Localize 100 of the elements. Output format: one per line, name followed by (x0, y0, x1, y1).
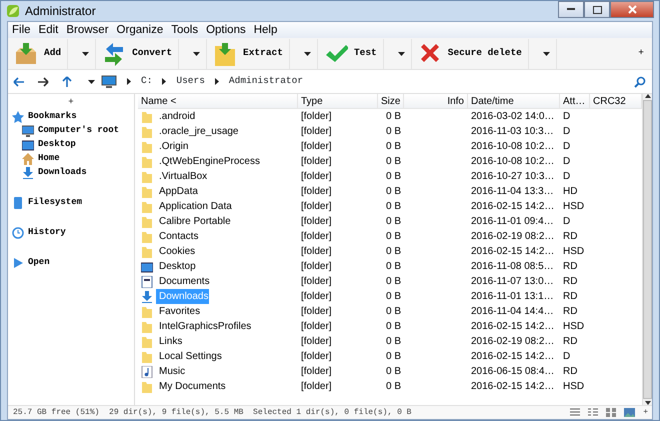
table-cell-text: RD (562, 305, 578, 319)
box-icon (14, 42, 38, 66)
table-cell-text: D (562, 170, 572, 184)
caret-icon[interactable] (88, 80, 95, 84)
table-cell-text: D (562, 110, 572, 124)
table-cell-text: 0 B (384, 380, 402, 394)
table-cell-text: 0 B (384, 290, 402, 304)
document-icon (141, 276, 153, 288)
toolbar-button[interactable]: Add (8, 38, 68, 68)
folder-icon (141, 216, 153, 228)
table-cell-text: [folder] (300, 200, 333, 214)
column-header[interactable]: Info (404, 94, 468, 109)
breadcrumb-item[interactable]: Users (176, 74, 205, 89)
toolbar-button[interactable]: Secure delete (412, 38, 529, 68)
file-name[interactable]: .Origin (156, 139, 190, 154)
star-icon (12, 110, 24, 122)
sidebar-item[interactable]: Computer's root (22, 124, 120, 138)
file-name[interactable]: Favorites (156, 304, 202, 319)
table-cell-text: 0 B (384, 320, 402, 334)
table-cell-text: [folder] (300, 335, 333, 349)
folder-icon (141, 186, 153, 198)
caret-icon (542, 52, 550, 56)
menu-item[interactable]: Tools (167, 22, 202, 38)
column-header[interactable]: Type (298, 94, 378, 109)
table-cell-text: 2016-02-15 14:2… (470, 245, 556, 259)
table-cell-text: 2016-10-27 10:3… (470, 170, 556, 184)
music-note-icon (141, 366, 153, 378)
play-icon (12, 256, 24, 268)
sidebar-item[interactable]: Filesystem (12, 196, 82, 210)
menu-item[interactable]: Organize (112, 22, 168, 38)
table-cell-text: RD (562, 365, 578, 379)
toolbar-button[interactable]: Test (318, 38, 384, 68)
maximize-button[interactable] (584, 1, 610, 18)
file-name[interactable]: My Documents (156, 379, 227, 394)
menu-item[interactable]: File (8, 22, 35, 38)
column-header[interactable]: Att… (560, 94, 590, 109)
sidebar-item[interactable]: Desktop (22, 138, 76, 152)
breadcrumb-item[interactable]: Administrator (228, 74, 304, 89)
file-name[interactable]: IntelGraphicsProfiles (156, 319, 252, 334)
file-name[interactable]: .oracle_jre_usage (156, 124, 240, 139)
file-name[interactable]: Contacts (156, 229, 200, 244)
table-cell-text: 0 B (384, 275, 402, 289)
caret-icon (398, 52, 405, 56)
toolbar-button[interactable]: Extract (207, 38, 290, 68)
desktop-icon (22, 138, 34, 150)
collapse-toggle[interactable]: + (12, 96, 130, 110)
sidebar-item[interactable]: Open (12, 256, 50, 270)
file-name[interactable]: Music (156, 364, 186, 379)
folder-icon (141, 230, 153, 242)
clock-icon (12, 226, 24, 238)
table-cell-text: [folder] (300, 275, 333, 289)
sidebar-item[interactable]: History (12, 226, 66, 240)
file-name[interactable]: Local Settings (156, 349, 223, 364)
table-cell-text: 2016-11-08 08:5… (470, 260, 555, 274)
sidebar-item[interactable]: Downloads (22, 166, 87, 180)
sidebar-item[interactable]: Bookmarks (12, 110, 77, 124)
column-header[interactable]: Date/time (468, 94, 560, 109)
table-cell-text: 2016-11-07 13:0… (470, 275, 555, 289)
menu-item[interactable]: Help (250, 22, 282, 38)
file-name[interactable]: Cookies (156, 244, 196, 259)
table-cell-text: 0 B (384, 185, 402, 199)
table-cell-text: D (562, 350, 572, 364)
folder-icon (213, 42, 238, 66)
app-icon (6, 4, 20, 18)
minimize-button[interactable] (558, 1, 584, 18)
column-header[interactable]: Size (378, 94, 404, 109)
table-cell-text: [folder] (300, 305, 333, 319)
scrollbar[interactable] (642, 94, 652, 405)
breadcrumb-item[interactable]: C: (141, 74, 152, 89)
download-icon (22, 166, 34, 178)
scroll-up-icon[interactable] (644, 94, 650, 98)
table-cell-text: 2016-11-01 09:4… (470, 215, 555, 229)
table-cell-text: [folder] (300, 230, 333, 244)
file-name[interactable]: .QtWebEngineProcess (156, 154, 261, 169)
column-header[interactable]: Name < (138, 94, 298, 109)
download-icon (141, 290, 153, 302)
sidebar-item[interactable]: Home (22, 152, 60, 166)
file-name[interactable]: Links (156, 334, 184, 349)
table-cell-text: [folder] (300, 320, 333, 334)
menu-item[interactable]: Options (202, 22, 250, 38)
toolbar-button[interactable]: Convert (96, 38, 180, 68)
file-name[interactable]: AppData (156, 184, 199, 199)
file-name[interactable]: Desktop (156, 259, 197, 274)
table-cell-text: 2016-02-15 14:2… (470, 380, 556, 394)
file-name[interactable]: Documents (156, 274, 211, 289)
file-name[interactable]: Application Data (156, 199, 233, 214)
add-toolbar-button[interactable]: + (638, 46, 644, 61)
file-name[interactable]: .android (156, 109, 196, 124)
file-name[interactable]: .VirtualBox (156, 169, 208, 184)
file-name[interactable]: Calibre Portable (156, 214, 232, 229)
add-button[interactable]: + (643, 406, 648, 418)
table-cell-text: 2016-02-19 08:2… (470, 230, 556, 244)
folder-icon (141, 140, 153, 152)
menu-item[interactable]: Edit (34, 22, 62, 38)
menu-item[interactable]: Browser (62, 22, 113, 38)
search-icon[interactable] (634, 76, 646, 88)
folder-icon (141, 380, 153, 392)
table-cell-text: 2016-10-08 10:2… (470, 155, 556, 169)
drive-icon (12, 196, 24, 208)
close-button[interactable] (610, 1, 654, 18)
